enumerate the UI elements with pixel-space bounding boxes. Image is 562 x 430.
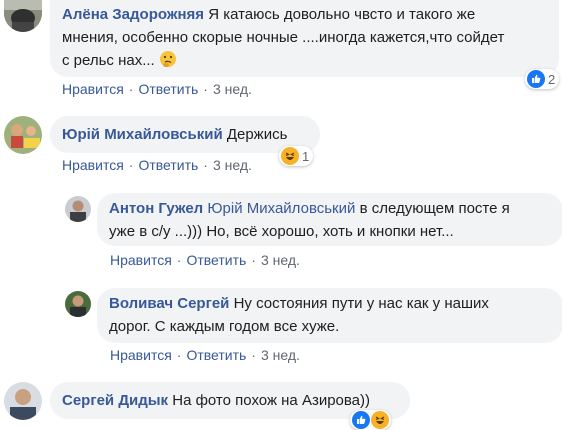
comment-text: Я катаюсь довольно чвсто и такого же <box>208 6 476 23</box>
avatar-photo <box>4 382 42 420</box>
comment-bubble: Алёна Задорожняя Я катаюсь довольно чвст… <box>50 0 559 77</box>
comment-text: мнения, особенно скорые ночные ....иногд… <box>62 29 505 46</box>
comment-text: На фото похож на Азирова)) <box>172 392 371 409</box>
like-reaction-icon <box>527 70 545 88</box>
comment-text: в следующем посте я <box>359 200 510 217</box>
comment-author[interactable]: Антон Гужел <box>109 200 203 217</box>
reaction-summary[interactable] <box>350 410 391 430</box>
comment-text: Ну состояния пути у нас как у наших <box>233 295 489 312</box>
comment-actions: Нравится · Ответить · 3 нед. <box>62 81 252 97</box>
comment-text: Держись <box>226 126 288 143</box>
like-link[interactable]: Нравится <box>62 81 124 97</box>
avatar[interactable] <box>4 0 42 32</box>
avatar-photo <box>65 291 91 317</box>
avatar[interactable] <box>4 116 42 154</box>
reaction-count: 2 <box>548 71 556 87</box>
reply-bubble: Воливач Сергей Ну состояния пути у нас к… <box>97 288 562 343</box>
avatar-photo <box>4 116 42 154</box>
timestamp[interactable]: 3 нед. <box>213 81 252 97</box>
comment-author[interactable]: Юрій Михайловський <box>62 126 223 143</box>
haha-reaction-icon <box>281 147 299 165</box>
avatar[interactable] <box>4 382 42 420</box>
comment-text: с рельс нах... <box>62 52 155 69</box>
reaction-count: 1 <box>302 148 310 164</box>
separator: · <box>128 81 134 97</box>
like-link[interactable]: Нравится <box>110 347 172 363</box>
timestamp[interactable]: 3 нед. <box>213 157 252 173</box>
comment-text: уже в с/у ...))) Но, всё хорошо, хоть и … <box>109 223 454 240</box>
comment-author[interactable]: Воливач Сергей <box>109 295 229 312</box>
reply-bubble: Антон Гужел Юрій Михайловський в следующ… <box>97 193 562 246</box>
avatar[interactable] <box>65 196 91 222</box>
reply-link[interactable]: Ответить <box>186 347 246 363</box>
like-link[interactable]: Нравится <box>62 157 124 173</box>
comment-author[interactable]: Сергей Дидык <box>62 392 168 409</box>
comment-actions: Нравится · Ответить · 3 нед. <box>62 157 252 173</box>
separator: · <box>203 81 208 97</box>
separator: · <box>176 347 182 363</box>
timestamp[interactable]: 3 нед. <box>261 252 300 268</box>
separator: · <box>176 252 182 268</box>
thinking-face-icon <box>159 51 176 67</box>
comment-author[interactable]: Алёна Задорожняя <box>62 6 204 23</box>
separator: · <box>251 347 256 363</box>
separator: · <box>251 252 256 268</box>
haha-reaction-icon <box>371 411 389 429</box>
like-link[interactable]: Нравится <box>110 252 172 268</box>
avatar-photo <box>65 196 91 222</box>
comment-actions: Нравится · Ответить · 3 нед. <box>110 252 300 268</box>
reply-link[interactable]: Ответить <box>138 81 198 97</box>
comment-text: дорог. С каждым годом все хуже. <box>109 318 340 335</box>
avatar-photo <box>4 0 42 32</box>
reaction-summary[interactable]: 2 <box>525 69 560 89</box>
timestamp[interactable]: 3 нед. <box>261 347 300 363</box>
avatar[interactable] <box>65 291 91 317</box>
comment-bubble: Юрій Михайловський Держись <box>50 116 320 153</box>
separator: · <box>203 157 208 173</box>
separator: · <box>128 157 134 173</box>
reply-link[interactable]: Ответить <box>186 252 246 268</box>
like-reaction-icon <box>352 411 370 429</box>
reply-link[interactable]: Ответить <box>138 157 198 173</box>
mention-link[interactable]: Юрій Михайловський <box>207 200 355 217</box>
reaction-summary[interactable]: 1 <box>279 146 314 166</box>
comment-actions: Нравится · Ответить · 3 нед. <box>110 347 300 363</box>
